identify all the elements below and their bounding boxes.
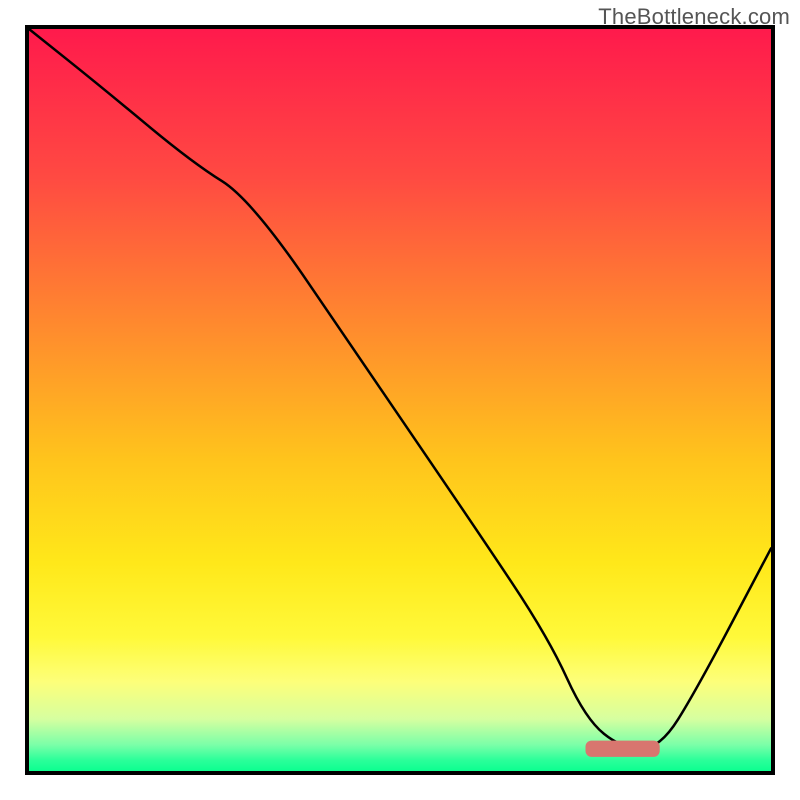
- optimal-marker: [586, 741, 660, 757]
- gradient-background: [29, 29, 771, 771]
- plot-area: [25, 25, 775, 775]
- chart-container: TheBottleneck.com: [0, 0, 800, 800]
- plot-svg: [29, 29, 771, 771]
